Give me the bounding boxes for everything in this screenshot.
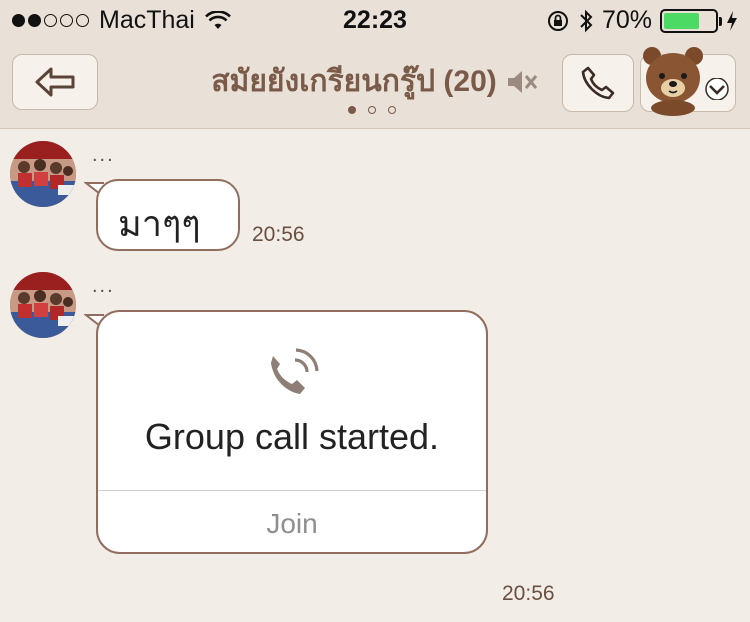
back-button[interactable] <box>12 54 98 110</box>
charging-icon <box>727 10 737 31</box>
group-photo-icon <box>10 272 76 338</box>
bluetooth-icon <box>580 9 593 32</box>
call-card-title: Group call started. <box>144 416 440 457</box>
battery-percent: 70% <box>601 6 652 34</box>
sender-name: ... <box>92 144 115 166</box>
status-bar: MacThai 22:23 70% <box>0 0 750 40</box>
message-time: 20:56 <box>252 223 305 246</box>
chevron-down-icon <box>705 78 729 100</box>
page-indicator <box>348 106 396 114</box>
status-right: 70% <box>546 6 738 35</box>
message-bubble[interactable]: มาๆๆ <box>96 179 240 251</box>
muted-icon <box>507 70 537 93</box>
group-photo-icon <box>10 141 76 207</box>
chat-title-area[interactable]: สมัยยังเกรียนกรู๊ป (20) <box>190 58 560 105</box>
battery-level-fill <box>664 12 699 29</box>
call-button[interactable] <box>562 54 634 112</box>
group-call-card: Group call started. Join <box>96 310 488 554</box>
call-ringing-icon <box>271 348 319 394</box>
card-divider <box>98 490 486 491</box>
sender-avatar[interactable] <box>10 141 76 207</box>
brown-bear-sticker-icon <box>643 47 703 116</box>
battery-icon <box>660 8 722 33</box>
rotation-lock-icon <box>547 10 568 31</box>
sender-avatar[interactable] <box>10 272 76 338</box>
message-time: 20:56 <box>502 582 555 605</box>
message-text: มาๆๆ <box>118 203 201 244</box>
chat-title: สมัยยังเกรียนกรู๊ป (20) <box>211 65 497 98</box>
join-call-button[interactable]: Join <box>98 508 486 540</box>
phone-icon <box>581 66 615 100</box>
sender-name: ... <box>92 275 115 297</box>
chat-header: สมัยยังเกรียนกรู๊ป (20) <box>0 40 750 129</box>
back-arrow-icon <box>35 67 75 97</box>
